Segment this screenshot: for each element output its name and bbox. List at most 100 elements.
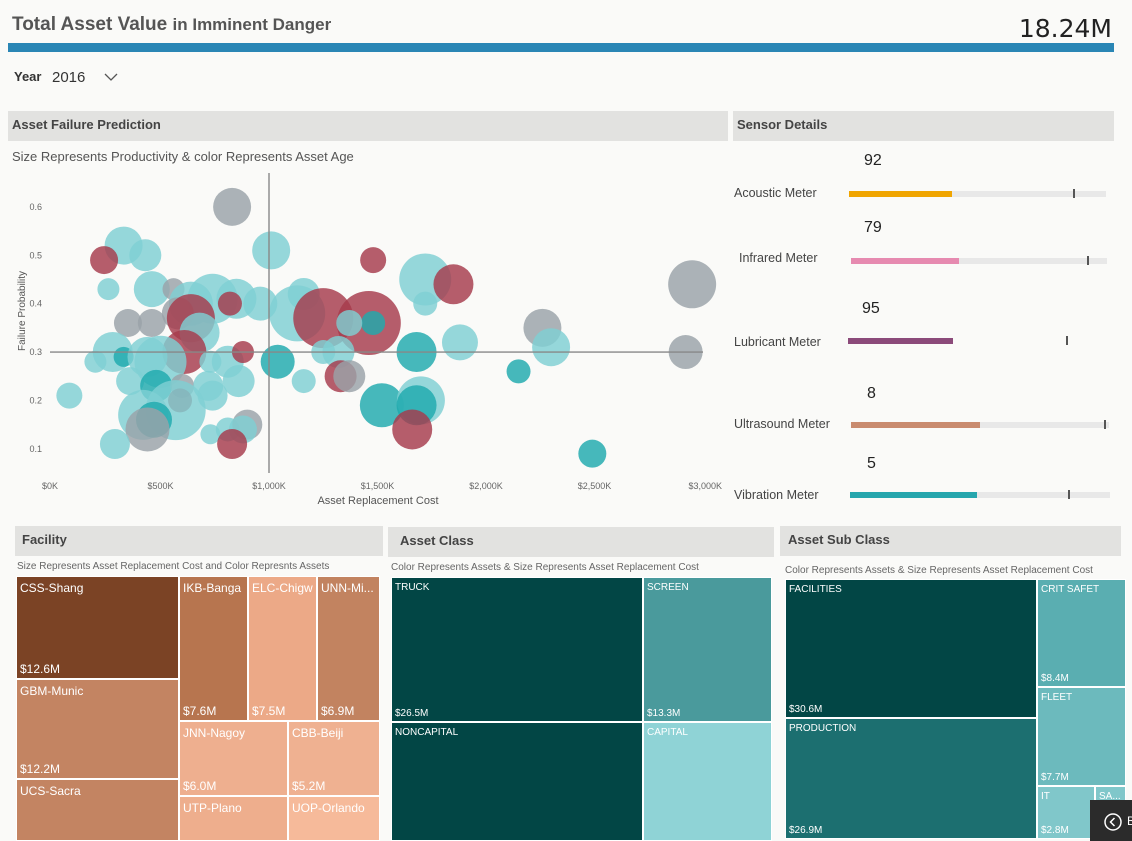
treemap-cell[interactable]: FLEET $7.7M bbox=[1037, 687, 1126, 786]
x-tick-label: $1,500K bbox=[361, 481, 395, 491]
treemap-cell-label: GBM-Munic bbox=[20, 684, 84, 698]
scatter-point[interactable] bbox=[291, 369, 316, 394]
scatter-point[interactable] bbox=[392, 409, 433, 450]
y-tick-label: 0.3 bbox=[29, 347, 42, 357]
treemap-cell[interactable]: GBM-Munic $12.2M bbox=[16, 679, 179, 779]
sensor-gauge-fill bbox=[848, 338, 953, 344]
sensor-gauge bbox=[850, 490, 1110, 499]
scatter-point[interactable] bbox=[222, 365, 255, 398]
treemap-cell-label: TRUCK bbox=[395, 582, 430, 593]
treemap-cell[interactable]: FACILITIES $30.6M bbox=[785, 579, 1037, 718]
treemap-cell-value: $7.5M bbox=[252, 704, 286, 718]
scatter-point[interactable] bbox=[441, 324, 478, 361]
treemap-cell-value: $12.2M bbox=[20, 762, 61, 776]
scatter-point[interactable] bbox=[217, 428, 248, 459]
scatter-point[interactable] bbox=[532, 328, 571, 367]
facility-title: Facility bbox=[22, 532, 67, 547]
scatter-point[interactable] bbox=[213, 187, 252, 226]
scatter-point[interactable] bbox=[506, 359, 531, 384]
scatter-point[interactable] bbox=[578, 439, 607, 468]
sensor-gauge-fill bbox=[849, 191, 952, 197]
scatter-point[interactable] bbox=[433, 264, 474, 305]
scatter-point[interactable] bbox=[413, 291, 438, 316]
sensor-details-title: Sensor Details bbox=[737, 117, 828, 132]
scatter-point[interactable] bbox=[361, 311, 386, 335]
sensor-label: Vibration Meter bbox=[734, 488, 819, 502]
treemap-cell[interactable]: CAPITAL bbox=[643, 722, 772, 841]
y-tick-label: 0.1 bbox=[29, 444, 42, 454]
sensor-label: Acoustic Meter bbox=[734, 186, 817, 200]
treemap-cell[interactable]: IKB-Banga $7.6M bbox=[179, 576, 248, 721]
treemap-cell-value: $26.9M bbox=[789, 825, 823, 836]
treemap-cell-value: $12.6M bbox=[20, 662, 61, 676]
sensor-gauge-target bbox=[1068, 490, 1071, 499]
treemap-cell-label: UCS-Sacra bbox=[20, 784, 81, 798]
treemap-cell-label: JNN-Nagoy bbox=[183, 726, 246, 740]
year-dropdown[interactable]: 2016 bbox=[47, 66, 121, 88]
scatter-point[interactable] bbox=[252, 231, 291, 270]
asset-sub-class-subtitle: Color Represents Assets & Size Represent… bbox=[785, 565, 1093, 576]
asset-class-subtitle: Color Represents Assets & Size Represent… bbox=[391, 562, 699, 573]
treemap-cell[interactable]: CSS-Shang $12.6M bbox=[16, 576, 179, 679]
back-button[interactable]: B bbox=[1090, 800, 1132, 841]
scatter-point[interactable] bbox=[360, 247, 387, 274]
sensor-label: Lubricant Meter bbox=[734, 335, 821, 349]
treemap-cell[interactable]: UNN-Mi... $6.9M bbox=[317, 576, 380, 721]
x-axis-label: Asset Replacement Cost bbox=[317, 495, 438, 507]
treemap-cell-label: SCREEN bbox=[647, 582, 689, 593]
chevron-down-icon bbox=[104, 73, 118, 81]
treemap-cell-value: $7.7M bbox=[1041, 772, 1069, 783]
treemap-cell[interactable]: NONCAPITAL bbox=[391, 722, 643, 841]
sensor-gauge-target bbox=[1103, 420, 1106, 429]
treemap-cell-value: $6.9M bbox=[321, 704, 355, 718]
x-tick-label: $0K bbox=[42, 481, 58, 491]
scatter-point[interactable] bbox=[668, 260, 717, 309]
treemap-cell[interactable]: TRUCK $26.5M bbox=[391, 577, 643, 722]
sensor-gauge-target bbox=[1086, 256, 1089, 265]
scatter-point[interactable] bbox=[217, 291, 242, 316]
scatter-point[interactable] bbox=[336, 310, 363, 336]
asset-failure-header: Asset Failure Prediction bbox=[8, 111, 728, 141]
page-title: Total Asset Value in Imminent Danger bbox=[12, 14, 331, 36]
treemap-cell[interactable]: JNN-Nagoy $6.0M bbox=[179, 721, 288, 796]
scatter-point[interactable] bbox=[97, 278, 120, 301]
asset-failure-scatter-chart: 0.1 0.2 0.3 0.4 0.5 0.6 $0K $500K $1,000K $1,500K… bbox=[17, 173, 722, 507]
treemap-cell[interactable]: CRIT SAFET $8.4M bbox=[1037, 579, 1126, 687]
treemap-cell-value: $2.8M bbox=[1041, 825, 1069, 836]
treemap-cell[interactable]: UCS-Sacra bbox=[16, 779, 179, 841]
treemap-cell-label: IKB-Banga bbox=[183, 581, 242, 595]
treemap-cell-label: CBB-Beiji bbox=[292, 726, 344, 740]
scatter-point[interactable] bbox=[99, 428, 130, 459]
treemap-cell-label: UOP-Orlando bbox=[292, 801, 365, 815]
scatter-point[interactable] bbox=[129, 239, 162, 272]
x-tick-label: $3,000K bbox=[688, 481, 722, 491]
treemap-cell[interactable]: PRODUCTION $26.9M bbox=[785, 718, 1037, 839]
page-title-main: Total Asset Value bbox=[12, 14, 168, 35]
sensor-gauge-fill bbox=[851, 258, 959, 264]
treemap-cell-value: $6.0M bbox=[183, 779, 217, 793]
scatter-point[interactable] bbox=[137, 309, 166, 337]
scatter-point[interactable] bbox=[125, 407, 170, 452]
scatter-point[interactable] bbox=[84, 350, 107, 373]
treemap-cell-label: UTP-Plano bbox=[183, 801, 242, 815]
treemap-cell[interactable]: SCREEN $13.3M bbox=[643, 577, 772, 722]
treemap-cell[interactable]: ELC-Chigw $7.5M bbox=[248, 576, 317, 721]
sensor-gauge bbox=[851, 420, 1109, 429]
facility-subtitle: Size Represents Asset Replacement Cost a… bbox=[17, 561, 330, 572]
treemap-cell-label: CAPITAL bbox=[647, 727, 688, 738]
treemap-cell[interactable]: IT $2.8M bbox=[1037, 786, 1095, 839]
scatter-point[interactable] bbox=[90, 246, 119, 275]
asset-sub-class-title: Asset Sub Class bbox=[788, 532, 890, 547]
y-axis-label: Failure Probability bbox=[17, 271, 28, 351]
sensor-value: 95 bbox=[862, 300, 880, 317]
treemap-cell[interactable]: CBB-Beiji $5.2M bbox=[288, 721, 380, 796]
x-tick-label: $2,500K bbox=[578, 481, 612, 491]
treemap-cell[interactable]: UOP-Orlando bbox=[288, 796, 380, 841]
scatter-point[interactable] bbox=[56, 382, 83, 409]
scatter-point[interactable] bbox=[333, 360, 366, 393]
treemap-cell-value: $7.6M bbox=[183, 704, 217, 718]
scatter-point[interactable] bbox=[260, 344, 295, 379]
treemap-cell[interactable]: UTP-Plano bbox=[179, 796, 288, 841]
asset-failure-title: Asset Failure Prediction bbox=[12, 117, 161, 132]
header-accent-bar bbox=[8, 43, 1114, 52]
